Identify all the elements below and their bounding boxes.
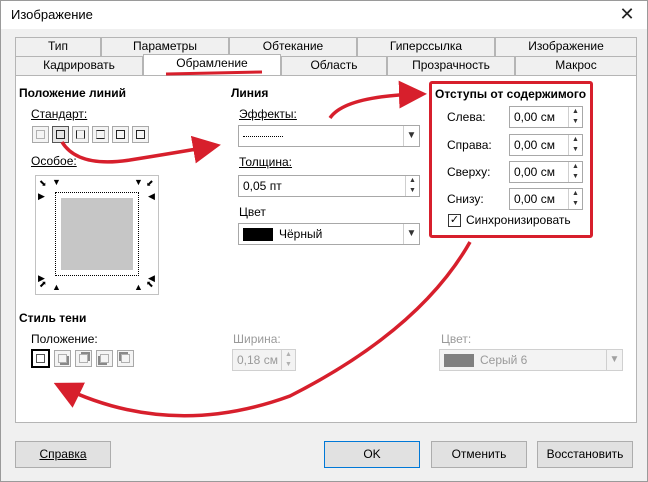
image-dialog: Изображение ✕ Тип Параметры Обтекание Ги… <box>0 0 648 482</box>
preset-none[interactable] <box>32 126 49 143</box>
padding-right-value: 0,00 см <box>514 138 555 152</box>
shadow-bottom-left-button[interactable] <box>96 350 113 367</box>
spin-arrows-icon[interactable]: ▲ ▼ <box>281 350 295 370</box>
tab-macro[interactable]: Макрос <box>515 56 637 75</box>
preset-top-bottom[interactable] <box>92 126 109 143</box>
spin-arrows-icon[interactable]: ▲ ▼ <box>405 176 419 196</box>
line-color-label: Цвет <box>239 205 266 219</box>
tab-image[interactable]: Изображение <box>495 37 637 56</box>
shadow-bottom-right-button[interactable] <box>54 350 71 367</box>
padding-title: Отступы от содержимого <box>435 87 587 101</box>
chevron-down-icon[interactable]: ▼ <box>403 126 419 146</box>
window-title: Изображение <box>11 7 93 22</box>
line-color-select[interactable]: Чёрный ▼ <box>238 223 420 245</box>
arrow-icon: ◀ <box>148 191 155 201</box>
shadow-position-label: Положение: <box>31 332 98 346</box>
arrow-icon: ▼ <box>134 177 143 187</box>
help-button[interactable]: Справка <box>15 441 111 468</box>
tab-crop[interactable]: Кадрировать <box>15 56 143 75</box>
arrow-icon: ◀ <box>148 273 155 283</box>
preset-left-right[interactable] <box>72 126 89 143</box>
shadow-none-button[interactable] <box>31 349 50 368</box>
spin-arrows-icon[interactable]: ▲ ▼ <box>568 107 582 127</box>
spin-arrows-icon[interactable]: ▲ ▼ <box>568 189 582 209</box>
padding-bottom-value: 0,00 см <box>514 192 555 206</box>
line-width-input[interactable]: 0,05 пт ▲ ▼ <box>238 175 420 197</box>
tab-area[interactable]: Область <box>281 56 387 75</box>
arrow-icon: ▼ <box>52 177 61 187</box>
shadow-width-value: 0,18 см <box>237 353 278 367</box>
arrow-icon: ▶ <box>38 191 45 201</box>
title-bar: Изображение ✕ <box>1 1 647 29</box>
chevron-down-icon[interactable]: ▼ <box>606 350 622 370</box>
custom-label: Особое: <box>31 154 77 168</box>
sync-checkbox[interactable]: ✓ <box>448 214 461 227</box>
reset-button[interactable]: Восстановить <box>537 441 633 468</box>
tab-hyperlink[interactable]: Гиперссылка <box>357 37 495 56</box>
spin-arrows-icon[interactable]: ▲ ▼ <box>568 135 582 155</box>
line-style-select[interactable]: ▼ <box>238 125 420 147</box>
effects-label: Эффекты: <box>239 107 297 121</box>
width-label: Толщина: <box>239 155 293 169</box>
padding-bottom-label: Снизу: <box>447 192 484 206</box>
cancel-button[interactable]: Отменить <box>431 441 527 468</box>
shadow-top-left-button[interactable] <box>117 350 134 367</box>
padding-bottom-input[interactable]: 0,00 см ▲ ▼ <box>509 188 583 210</box>
arrow-icon: ▶ <box>38 273 45 283</box>
shadow-width-label: Ширина: <box>233 332 281 346</box>
arrow-icon: ▲ <box>134 282 143 292</box>
arrow-icon: ⬋ <box>146 178 154 188</box>
shadow-title: Стиль тени <box>19 311 87 325</box>
preset-shadow-box[interactable] <box>132 126 149 143</box>
shadow-width-input[interactable]: 0,18 см ▲ ▼ <box>232 349 296 371</box>
sync-label[interactable]: Синхронизировать <box>466 213 571 227</box>
line-color-value: Чёрный <box>279 227 323 241</box>
padding-right-input[interactable]: 0,00 см ▲ ▼ <box>509 134 583 156</box>
tab-type[interactable]: Тип <box>15 37 101 56</box>
padding-left-label: Слева: <box>447 110 486 124</box>
shadow-top-right-button[interactable] <box>75 350 92 367</box>
standard-label: Стандарт: <box>31 107 88 121</box>
shadow-color-value: Серый 6 <box>480 353 528 367</box>
padding-left-input[interactable]: 0,00 см ▲ ▼ <box>509 106 583 128</box>
preset-box[interactable] <box>52 126 69 143</box>
color-swatch <box>243 228 273 241</box>
shadow-color-select[interactable]: Серый 6 ▼ <box>439 349 623 371</box>
line-width-value: 0,05 пт <box>243 179 282 193</box>
tab-transparency[interactable]: Прозрачность <box>387 56 515 75</box>
border-preview[interactable]: ⬊ ⬋ ⬈ ⬉ ▼ ▼ ▲ ▲ ▶ ▶ ◀ ◀ <box>35 175 159 295</box>
close-icon[interactable]: ✕ <box>613 3 641 27</box>
chevron-down-icon[interactable]: ▼ <box>403 224 419 244</box>
line-arrangement-title: Положение линий <box>19 86 126 100</box>
arrow-icon: ⬊ <box>39 178 47 188</box>
tab-borders[interactable]: Обрамление <box>143 54 281 75</box>
help-button-label: Справка <box>39 447 87 461</box>
color-swatch <box>444 354 474 367</box>
line-title: Линия <box>231 86 269 100</box>
padding-top-label: Сверху: <box>447 165 491 179</box>
padding-top-value: 0,00 см <box>514 165 555 179</box>
padding-top-input[interactable]: 0,00 см ▲ ▼ <box>509 161 583 183</box>
ok-button[interactable]: OK <box>324 441 420 468</box>
spin-arrows-icon[interactable]: ▲ ▼ <box>568 162 582 182</box>
shadow-color-label: Цвет: <box>441 332 472 346</box>
arrow-icon: ▲ <box>52 282 61 292</box>
dotted-line-sample <box>243 136 283 137</box>
content-box <box>61 198 133 270</box>
padding-right-label: Справа: <box>447 138 492 152</box>
preset-box-inner[interactable] <box>112 126 129 143</box>
padding-left-value: 0,00 см <box>514 110 555 124</box>
